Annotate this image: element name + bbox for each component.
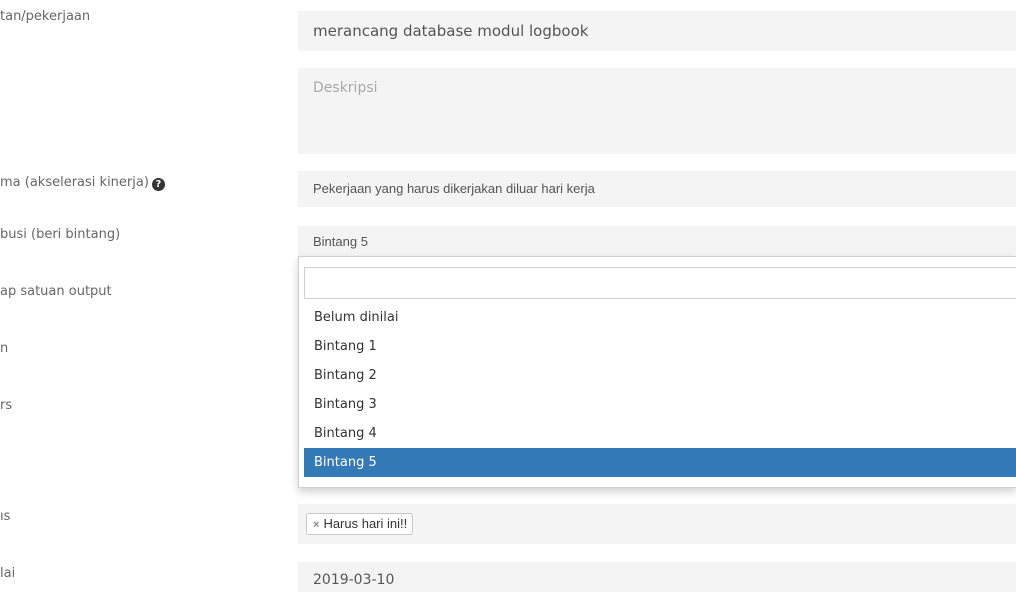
kegiatan-input[interactable]: merancang database modul logbook (298, 11, 1016, 51)
deskripsi-textarea[interactable]: Deskripsi (298, 68, 1016, 154)
kontribusi-select[interactable]: Bintang 5 (298, 226, 1016, 258)
ekstra-value: Pekerjaan yang harus dikerjakan diluar h… (313, 181, 595, 196)
kontribusi-dropdown: Belum dinilai Bintang 1 Bintang 2 Bintan… (298, 256, 1016, 488)
option-bintang-5[interactable]: Bintang 5 (304, 448, 1016, 477)
tanggal-value: 2019-03-10 (313, 572, 395, 588)
label-kegiatan: tan/pekerjaan (0, 9, 91, 24)
option-bintang-4[interactable]: Bintang 4 (304, 419, 1016, 448)
dropdown-search-input[interactable] (304, 267, 1016, 299)
option-bintang-2[interactable]: Bintang 2 (304, 361, 1016, 390)
tag-chip: × Harus hari ini!! (306, 513, 414, 535)
label-row5: n (0, 341, 9, 356)
label-row7: ıs (0, 509, 11, 524)
option-belum-dinilai[interactable]: Belum dinilai (304, 303, 1016, 332)
label-kontribusi: busi (beri bintang) (0, 227, 121, 242)
label-row6: rs (0, 398, 13, 413)
option-bintang-3[interactable]: Bintang 3 (304, 390, 1016, 419)
label-ekstra-text: ma (akselerasi kinerja) (0, 175, 149, 190)
deskripsi-placeholder: Deskripsi (313, 80, 378, 96)
kontribusi-value: Bintang 5 (313, 234, 368, 249)
tanggal-input[interactable]: 2019-03-10 (298, 562, 1016, 592)
option-bintang-1[interactable]: Bintang 1 (304, 332, 1016, 361)
logbook-form: tan/pekerjaan merancang database modul l… (0, 0, 1016, 592)
label-satuan: ap satuan output (0, 284, 112, 299)
ekstra-select[interactable]: Pekerjaan yang harus dikerjakan diluar h… (298, 171, 1016, 207)
tag-remove-icon[interactable]: × (313, 519, 319, 531)
tag-label: Harus hari ini!! (323, 516, 408, 531)
kegiatan-value: merancang database modul logbook (313, 22, 589, 40)
label-tanggal: lai (0, 566, 16, 581)
question-circle-icon[interactable]: ? (151, 178, 165, 191)
label-ekstra: ma (akselerasi kinerja)? (0, 175, 165, 191)
